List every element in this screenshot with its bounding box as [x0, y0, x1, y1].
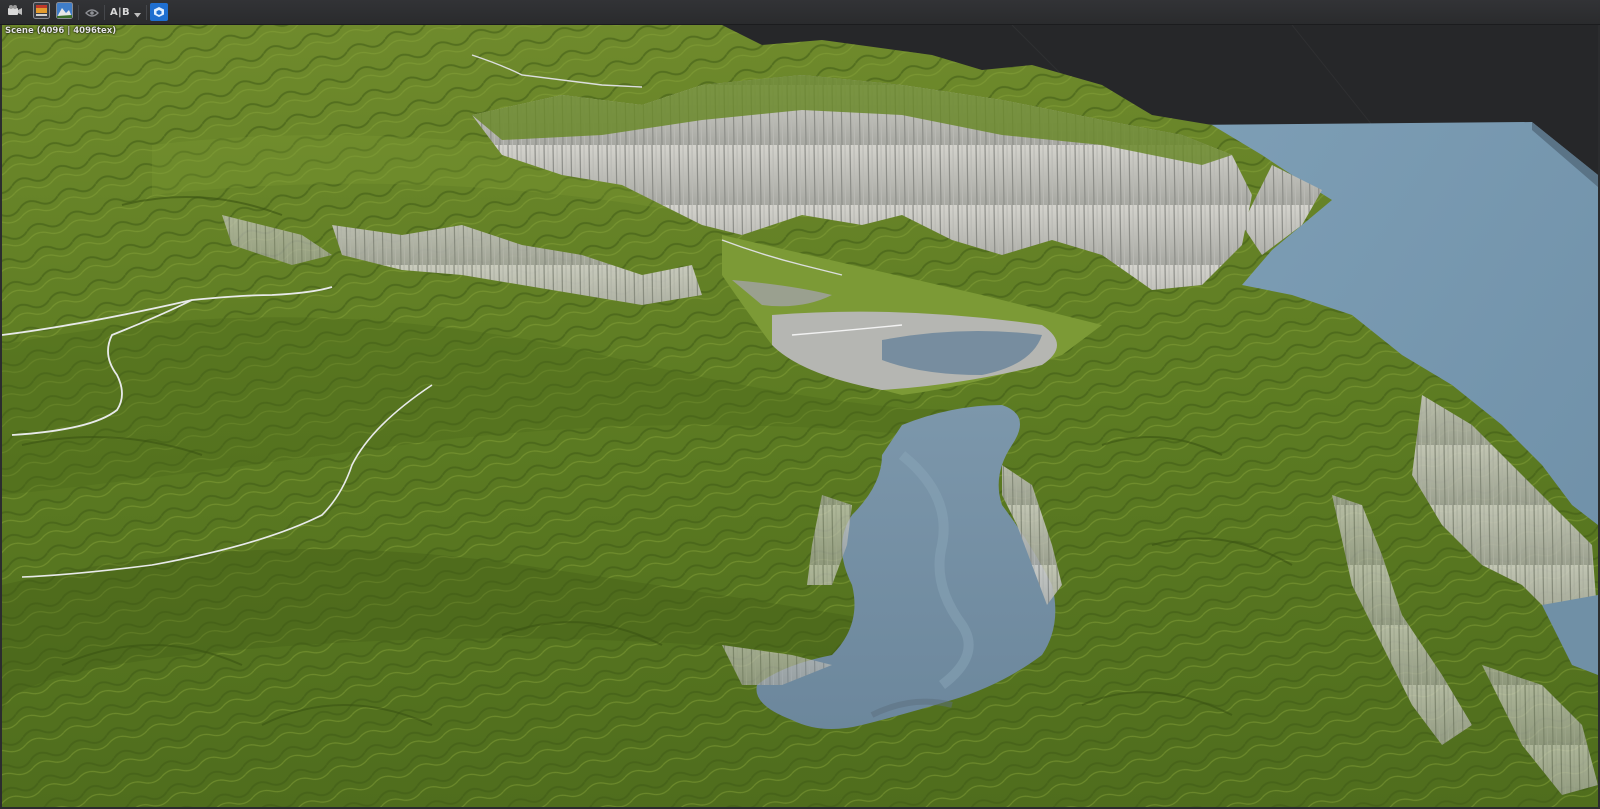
chevron-down-icon	[133, 3, 141, 22]
toolbar-separator	[146, 5, 147, 20]
landscape-preview-icon	[55, 1, 73, 23]
viewport-toolbar: A|B	[0, 0, 1600, 25]
camera-tools-button[interactable]	[6, 3, 24, 21]
toolbar-separator	[78, 5, 79, 20]
terrain-viewport[interactable]: Scene (4096 | 4096tex)	[2, 25, 1598, 807]
terrain-editor-window: A|B Scene (4096 | 4096tex)	[0, 0, 1600, 809]
render-preview-button[interactable]	[32, 1, 50, 23]
visibility-toggle[interactable]	[84, 3, 100, 21]
terrain-render	[2, 25, 1598, 807]
ab-compare-label: A|B	[110, 6, 130, 18]
toolbar-separator	[104, 5, 105, 20]
scene-resolution-label: Scene (4096 | 4096tex)	[5, 26, 117, 36]
ab-compare-dropdown[interactable]: A|B	[110, 3, 142, 21]
landscape-preview-button[interactable]	[55, 1, 73, 23]
eye-icon	[85, 3, 99, 22]
camera-tools-icon	[7, 3, 23, 22]
render-preview-icon	[32, 1, 50, 23]
solid-view-icon	[153, 3, 165, 22]
solid-view-button[interactable]	[150, 3, 168, 21]
